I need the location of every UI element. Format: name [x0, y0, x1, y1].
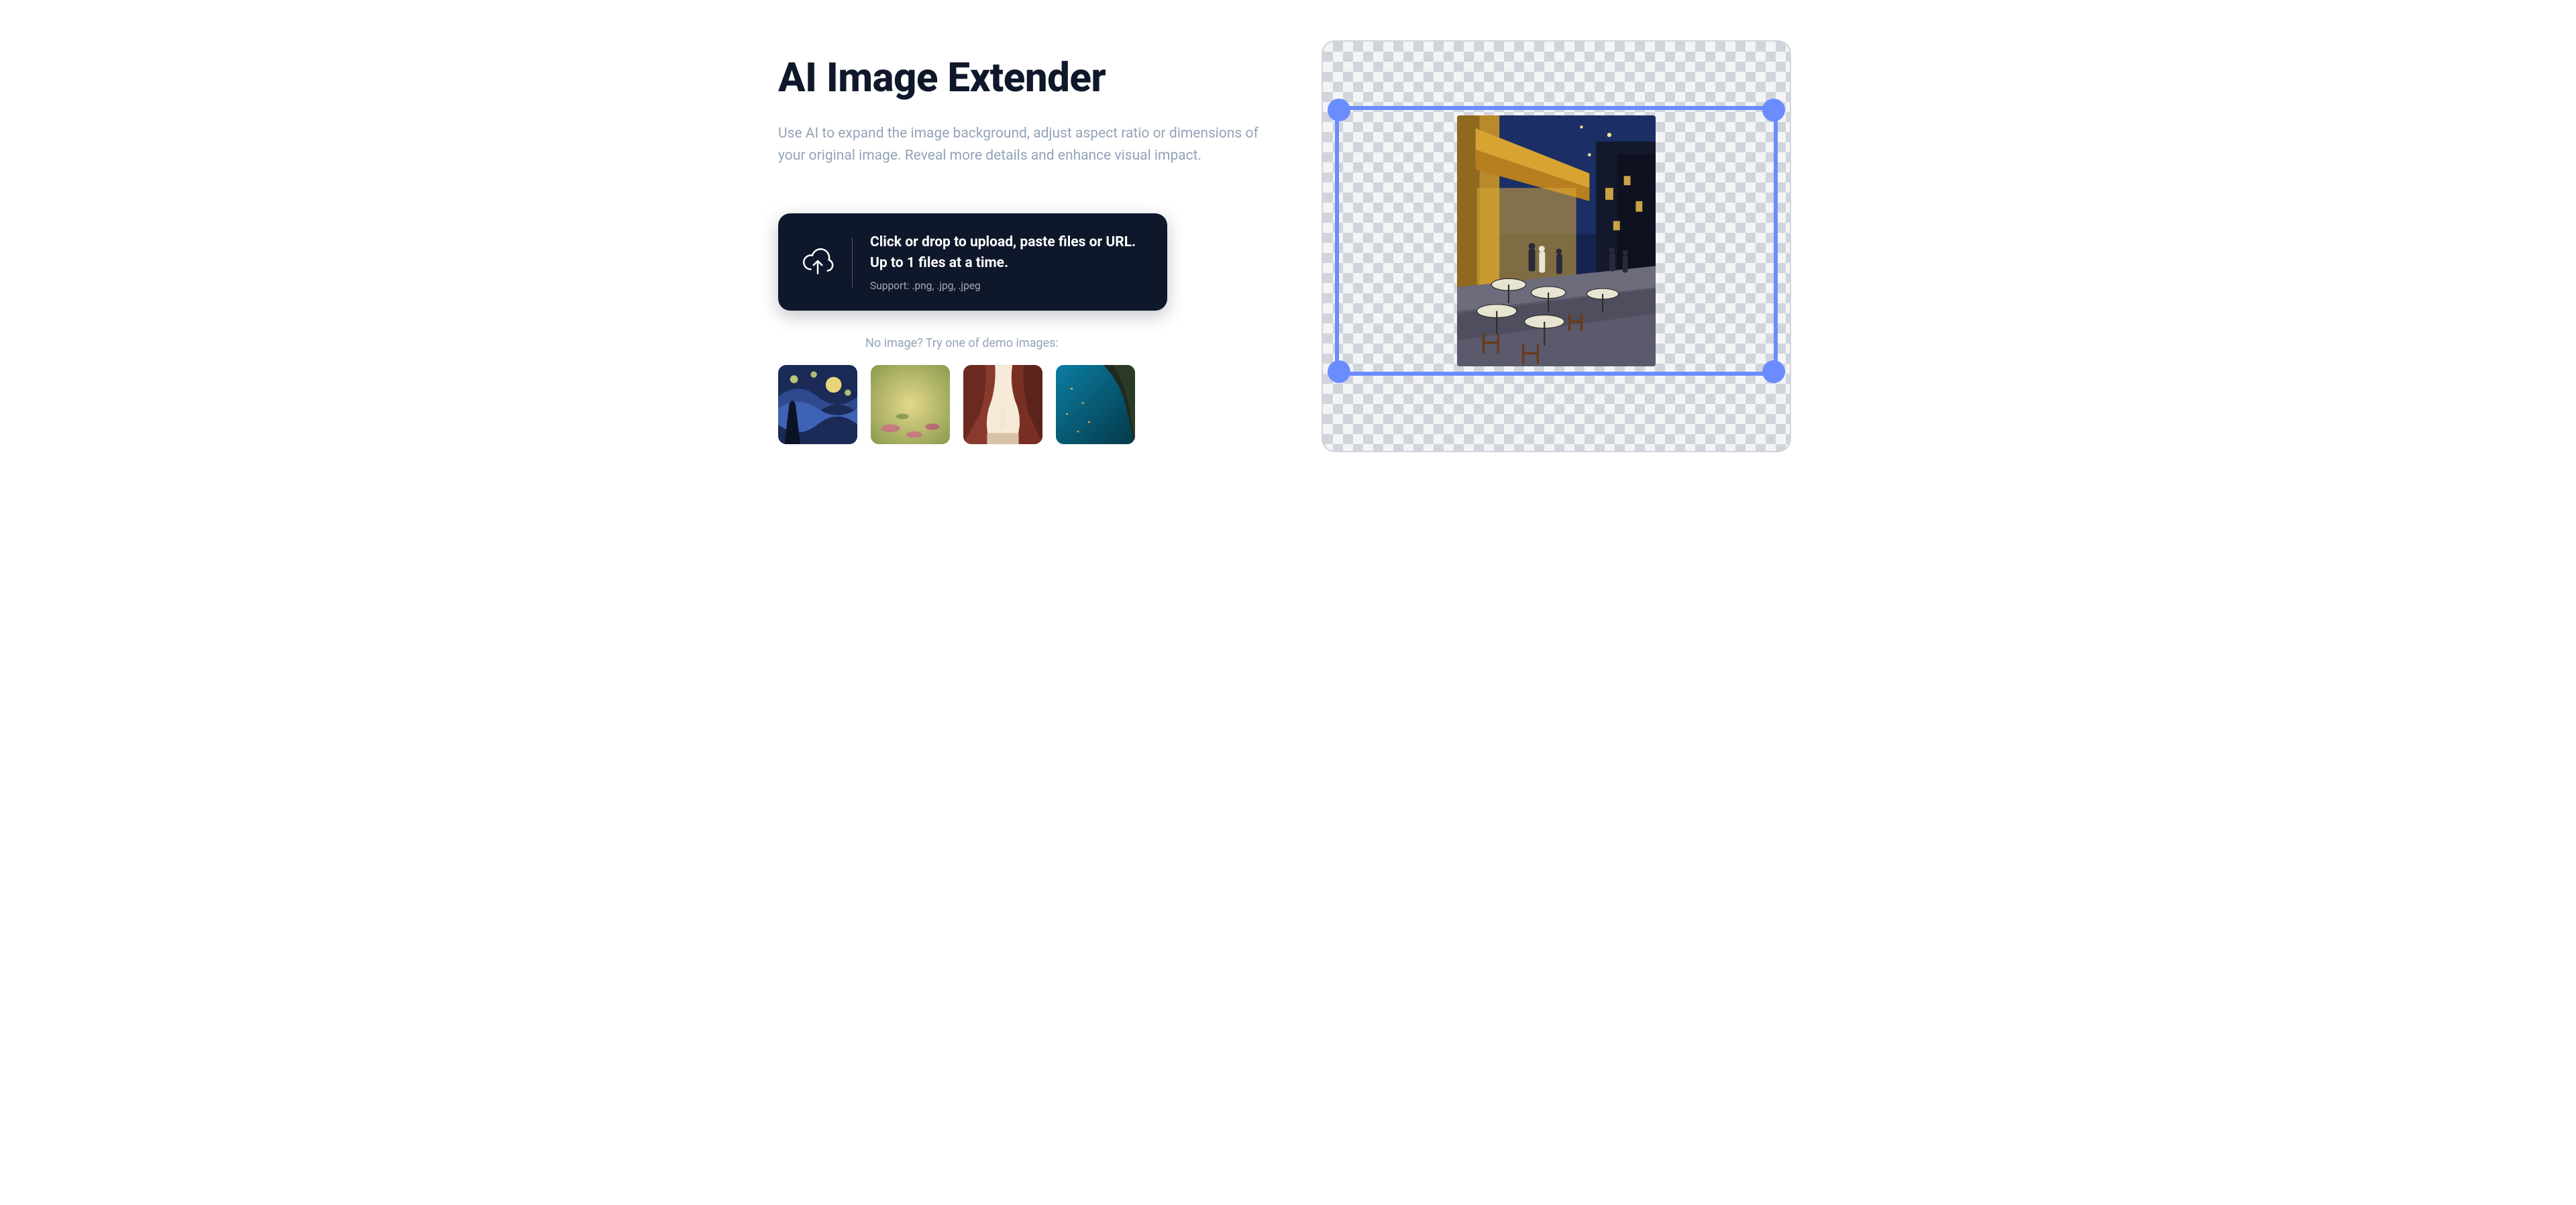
resize-handle-bottom-left[interactable]: [1328, 360, 1350, 383]
page-subtitle: Use AI to expand the image background, a…: [778, 123, 1261, 166]
demo-thumb-water-lilies[interactable]: [871, 365, 950, 444]
demo-thumb-canyon[interactable]: [963, 365, 1042, 444]
demo-thumb-starry-night[interactable]: [778, 365, 857, 444]
upload-support-text: Support: .png, .jpg, .jpeg: [870, 280, 1144, 292]
preview-canvas[interactable]: [1322, 40, 1791, 452]
resize-handle-top-left[interactable]: [1328, 99, 1350, 121]
selection-rectangle[interactable]: [1335, 106, 1778, 376]
resize-handle-bottom-right[interactable]: [1762, 360, 1785, 383]
upload-dropzone[interactable]: Click or drop to upload, paste files or …: [778, 213, 1167, 311]
preview-right-column: [1315, 40, 1798, 452]
upload-cloud-icon: [801, 246, 835, 279]
demo-thumbnails-row: [778, 365, 1268, 444]
vertical-divider: [852, 238, 853, 287]
page-title: AI Image Extender: [778, 54, 1268, 101]
demo-thumb-underwater[interactable]: [1056, 365, 1135, 444]
upload-main-text: Click or drop to upload, paste files or …: [870, 232, 1144, 273]
demo-images-label: No image? Try one of demo images:: [778, 336, 1167, 350]
hero-left-column: AI Image Extender Use AI to expand the i…: [778, 40, 1268, 444]
upload-text-block: Click or drop to upload, paste files or …: [870, 232, 1144, 292]
resize-handle-top-right[interactable]: [1762, 99, 1785, 121]
